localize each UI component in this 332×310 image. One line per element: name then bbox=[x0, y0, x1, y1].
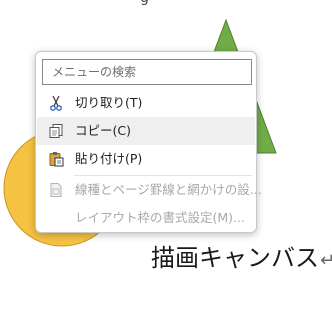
page-border-icon bbox=[50, 183, 62, 197]
menu-item-paste[interactable]: 貼り付け(P) bbox=[37, 145, 255, 173]
menu-item-cut[interactable]: 切り取り(T) bbox=[37, 89, 255, 117]
copy-icon bbox=[49, 124, 63, 138]
menu-item-label: 切り取り(T) bbox=[75, 95, 143, 110]
menu-item-label: コピー(C) bbox=[75, 123, 131, 138]
menu-item-borders-shading[interactable]: 線種とページ罫線と網かけの設... bbox=[37, 176, 262, 204]
context-menu: メニューの検索 切り取り(T) コピー(C) 貼り付け(P) 線種とページ罫線と… bbox=[35, 51, 262, 233]
menu-item-format-frame[interactable]: レイアウト枠の書式設定(M)... bbox=[37, 204, 255, 232]
menu-item-label: レイアウト枠の書式設定(M)... bbox=[75, 210, 245, 225]
clipped-glyph: g bbox=[140, 0, 149, 6]
menu-item-copy[interactable]: コピー(C) bbox=[37, 117, 255, 145]
scissors-icon bbox=[50, 95, 62, 111]
menu-item-label: 貼り付け(P) bbox=[75, 151, 143, 166]
paste-icon bbox=[49, 152, 64, 167]
canvas-label: 描画キャンバス↵ bbox=[151, 238, 332, 273]
menu-item-label: 線種とページ罫線と網かけの設... bbox=[75, 182, 262, 197]
canvas-label-text: 描画キャンバス bbox=[151, 244, 319, 272]
menu-search-placeholder: メニューの検索 bbox=[52, 65, 137, 79]
menu-search-input[interactable]: メニューの検索 bbox=[42, 59, 252, 85]
paragraph-mark: ↵ bbox=[320, 250, 332, 271]
